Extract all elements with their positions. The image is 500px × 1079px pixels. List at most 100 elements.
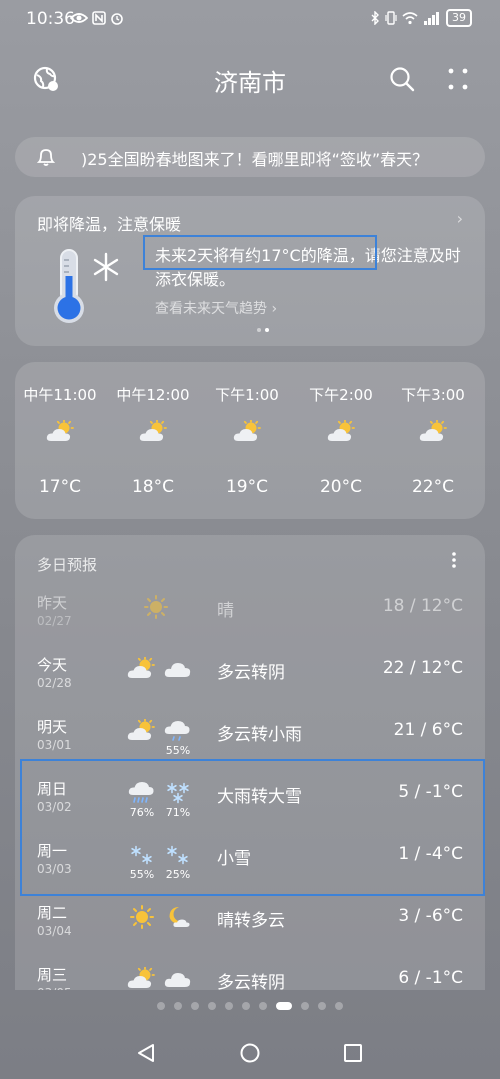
partly-cloudy-icon (127, 966, 155, 988)
day-row[interactable]: 周二 03/04 晴转多云 3 / -6°C (15, 897, 485, 959)
day-description: 多云转阴 (217, 663, 285, 683)
highlight-box-days (20, 759, 485, 896)
weather-icon-wrap (127, 718, 157, 743)
search-button[interactable] (388, 65, 416, 93)
day-name: 明天 (37, 718, 68, 736)
page-dot (157, 1002, 165, 1010)
page-indicator (0, 1002, 500, 1010)
page-dot (191, 1002, 199, 1010)
partly-cloudy-icon (233, 419, 261, 441)
partly-cloudy-icon (419, 419, 447, 441)
day-row[interactable]: 今天 02/28 多云转阴 22 / 12°C (15, 649, 485, 711)
day-temp-range: 3 / -6°C (398, 906, 463, 926)
vibrate-icon (385, 11, 397, 25)
hour-temp: 17°C (38, 477, 81, 497)
pager-dot (257, 328, 261, 332)
day-date: 02/27 (37, 614, 72, 628)
status-bar: 10:36 39 (0, 0, 500, 40)
cloud-icon (164, 973, 191, 987)
home-button[interactable] (240, 1043, 260, 1063)
hour-time: 中午12:00 (116, 386, 190, 404)
hour-time: 中午11:00 (23, 386, 97, 404)
daily-more-button[interactable] (451, 551, 457, 574)
day-icons (125, 587, 205, 637)
weather-alert-card[interactable]: 即将降温，注意保暖 › 未来2天将有约17°C的降温，请您注意及时添衣保暖。 查… (15, 196, 485, 346)
day-description: 多云转阴 (217, 973, 285, 990)
more-options-button[interactable] (446, 65, 470, 93)
hour-icon-wrap (232, 419, 264, 446)
recent-apps-button[interactable] (344, 1044, 362, 1062)
partly-cloudy-icon (139, 419, 167, 441)
page-dot (208, 1002, 216, 1010)
thermometer-snow-icon (54, 249, 119, 323)
alarm-icon (111, 13, 123, 25)
partly-cloudy-icon (127, 718, 155, 740)
notice-text: )25全国盼春地图来了！看哪里即将“签收”春天？ (81, 150, 429, 169)
day-row[interactable]: 周三 03/05 多云转阴 6 / -1°C (15, 959, 485, 990)
weather-icon-wrap (127, 656, 157, 681)
app-header: 济南市 (0, 55, 500, 105)
page-dot (301, 1002, 309, 1010)
day-icons (125, 897, 205, 947)
day-temp-range: 21 / 6°C (393, 720, 463, 740)
weather-icon-wrap (127, 966, 157, 990)
sun-icon (144, 595, 168, 619)
day-name: 今天 (37, 656, 68, 674)
hour-time: 下午2:00 (309, 386, 373, 404)
chevron-right-icon: › (456, 209, 463, 228)
weather-icon-wrap (163, 967, 193, 990)
status-time: 10:36 (26, 9, 75, 29)
battery-indicator: 39 (446, 9, 472, 27)
day-temp-range: 6 / -1°C (398, 968, 463, 988)
day-icons (125, 649, 205, 699)
nfc-icon (92, 11, 106, 25)
partly-cloudy-icon (127, 656, 155, 678)
day-description: 晴 (217, 601, 234, 621)
precip-pct: 55% (165, 744, 191, 757)
day-date: 03/01 (37, 738, 72, 752)
pager-dot-active (265, 328, 269, 332)
hour-icon-wrap (418, 419, 450, 446)
alert-title: 即将降温，注意保暖 (37, 215, 182, 234)
notice-banner[interactable]: )25全国盼春地图来了！看哪里即将“签收”春天？ (15, 137, 485, 177)
sun-icon (130, 905, 154, 929)
hour-icon-wrap (326, 419, 358, 446)
weather-icon-wrap (127, 905, 157, 929)
hour-temp: 18°C (131, 477, 174, 497)
hour-temp: 22°C (411, 477, 454, 497)
weather-icon-wrap (163, 905, 193, 929)
eye-icon (70, 13, 88, 23)
day-icons: 55% (125, 711, 205, 761)
day-name: 周二 (37, 904, 68, 922)
status-left-icons (70, 11, 124, 25)
page-dot (335, 1002, 343, 1010)
bluetooth-icon (371, 11, 379, 25)
page-dot (318, 1002, 326, 1010)
day-description: 晴转多云 (217, 911, 285, 931)
page-dot (174, 1002, 182, 1010)
status-right-icons: 39 (370, 9, 472, 27)
navigation-bar (0, 1025, 500, 1079)
page-dot (225, 1002, 233, 1010)
hourly-forecast-card[interactable]: 中午11:00 17°C 中午12:00 18°C 下午1:00 19°C 下午2:00 20… (15, 362, 485, 519)
wifi-icon (402, 12, 418, 25)
day-row[interactable]: 昨天 02/27 晴 18 / 12°C (15, 587, 485, 649)
hour-time: 下午3:00 (401, 386, 465, 404)
highlight-box-alert (143, 235, 377, 270)
hour-time: 下午1:00 (215, 386, 279, 404)
day-description: 多云转小雨 (217, 725, 302, 745)
hour-temp: 20°C (319, 477, 362, 497)
forecast-trend-link[interactable]: 查看未来天气趋势 › (155, 298, 277, 318)
weather-icon-wrap (141, 595, 171, 619)
search-icon (390, 67, 415, 92)
hour-icon-wrap (45, 419, 77, 446)
more-grid-icon (448, 68, 468, 90)
light-rain-icon (164, 721, 190, 741)
back-button[interactable] (136, 1043, 156, 1063)
day-name: 周三 (37, 966, 68, 984)
weather-icon-wrap (163, 657, 193, 681)
page-dot (242, 1002, 250, 1010)
day-name: 昨天 (37, 594, 68, 612)
moon-cloud-icon (169, 907, 190, 927)
day-temp-range: 22 / 12°C (382, 658, 463, 678)
